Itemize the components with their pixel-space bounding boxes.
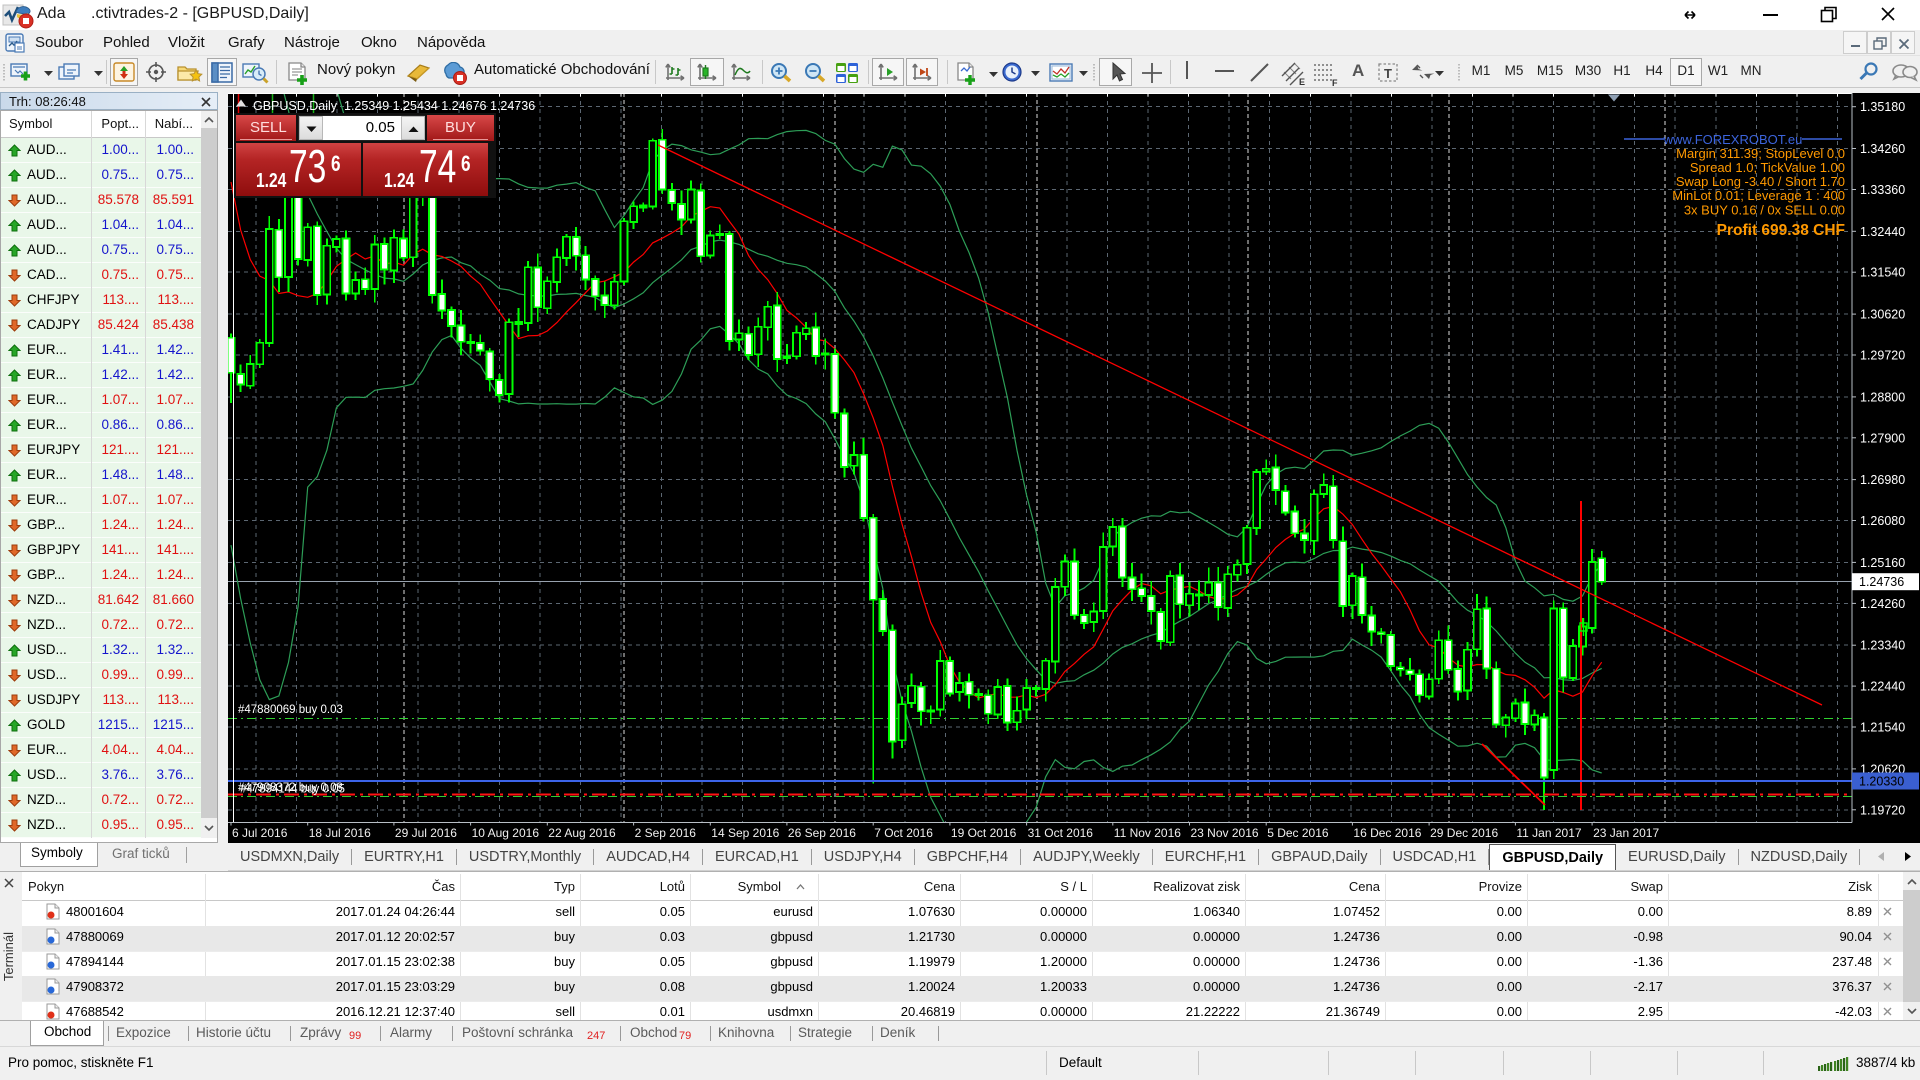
- svg-text:5 Dec 2016: 5 Dec 2016: [1267, 826, 1329, 840]
- svg-text:Profit 699.38 CHF: Profit 699.38 CHF: [1717, 222, 1845, 239]
- svg-text:18 Jul 2016: 18 Jul 2016: [309, 826, 371, 840]
- svg-text:19 Oct 2016: 19 Oct 2016: [951, 826, 1017, 840]
- svg-text:11 Nov 2016: 11 Nov 2016: [1114, 826, 1181, 840]
- svg-text:1.24736: 1.24736: [1859, 575, 1904, 589]
- svg-text:1.27900: 1.27900: [1860, 431, 1905, 445]
- svg-text:GBPUSD,Daily 1.25349 1.25434: GBPUSD,Daily 1.25349 1.25434 1.24676 1.2…: [253, 99, 535, 113]
- svg-text:1.34260: 1.34260: [1860, 142, 1905, 156]
- svg-text:1.26980: 1.26980: [1860, 473, 1905, 487]
- svg-text:1.29720: 1.29720: [1860, 349, 1905, 363]
- svg-text:29 Dec 2016: 29 Dec 2016: [1430, 826, 1498, 840]
- svg-text:#47880069 buy 0.03: #47880069 buy 0.03: [238, 704, 343, 716]
- svg-text:Swap Long -3.40 / Short 1.70: Swap Long -3.40 / Short 1.70: [1676, 174, 1845, 189]
- svg-text:1.24260: 1.24260: [1860, 597, 1905, 611]
- svg-text:23 Jan 2017: 23 Jan 2017: [1593, 826, 1659, 840]
- svg-text:16 Dec 2016: 16 Dec 2016: [1353, 826, 1421, 840]
- svg-text:1.28800: 1.28800: [1860, 390, 1905, 404]
- svg-text:31 Oct 2016: 31 Oct 2016: [1028, 826, 1094, 840]
- svg-text:2 Sep 2016: 2 Sep 2016: [635, 826, 697, 840]
- svg-text:1.21540: 1.21540: [1860, 721, 1905, 735]
- svg-text:1.19720: 1.19720: [1860, 803, 1905, 817]
- svg-text:#47894144 buy 0.05: #47894144 buy 0.05: [240, 784, 345, 796]
- svg-text:www.FOREXROBOT.eu: www.FOREXROBOT.eu: [1663, 132, 1803, 147]
- svg-text:1.26080: 1.26080: [1860, 514, 1905, 528]
- svg-text:Margin 311.39; StopLevel 0.0: Margin 311.39; StopLevel 0.0: [1676, 146, 1845, 161]
- svg-text:14 Sep 2016: 14 Sep 2016: [711, 826, 779, 840]
- svg-text:23 Nov 2016: 23 Nov 2016: [1191, 826, 1259, 840]
- svg-text:1.31540: 1.31540: [1860, 266, 1905, 280]
- svg-text:F: F: [1332, 78, 1338, 86]
- svg-text:1.33360: 1.33360: [1860, 183, 1905, 197]
- svg-text:1.35180: 1.35180: [1860, 100, 1905, 114]
- svg-text:E: E: [1299, 77, 1305, 86]
- svg-text:1.20330: 1.20330: [1859, 775, 1904, 789]
- svg-text:1.25160: 1.25160: [1860, 556, 1905, 570]
- svg-text:1.23340: 1.23340: [1860, 639, 1905, 653]
- svg-text:Spread 1.0; TickValue 1.00: Spread 1.0; TickValue 1.00: [1690, 160, 1845, 175]
- svg-text:10 Aug 2016: 10 Aug 2016: [472, 826, 540, 840]
- svg-text:1.30620: 1.30620: [1860, 308, 1905, 322]
- svg-text:7 Oct 2016: 7 Oct 2016: [874, 826, 933, 840]
- svg-text:3x BUY 0.16 / 0x SELL 0.00: 3x BUY 0.16 / 0x SELL 0.00: [1684, 203, 1845, 218]
- svg-text:26 Sep 2016: 26 Sep 2016: [788, 826, 856, 840]
- svg-text:6 Jul 2016: 6 Jul 2016: [232, 826, 288, 840]
- svg-text:T: T: [1384, 66, 1392, 81]
- svg-text:29 Jul 2016: 29 Jul 2016: [395, 826, 457, 840]
- svg-text:MinLot 0.01; Leverage 1 : 400: MinLot 0.01; Leverage 1 : 400: [1672, 188, 1845, 203]
- svg-text:11 Jan 2017: 11 Jan 2017: [1516, 826, 1581, 840]
- svg-text:22 Aug 2016: 22 Aug 2016: [548, 826, 616, 840]
- svg-text:1.22440: 1.22440: [1860, 680, 1905, 694]
- svg-text:1.32440: 1.32440: [1860, 225, 1905, 239]
